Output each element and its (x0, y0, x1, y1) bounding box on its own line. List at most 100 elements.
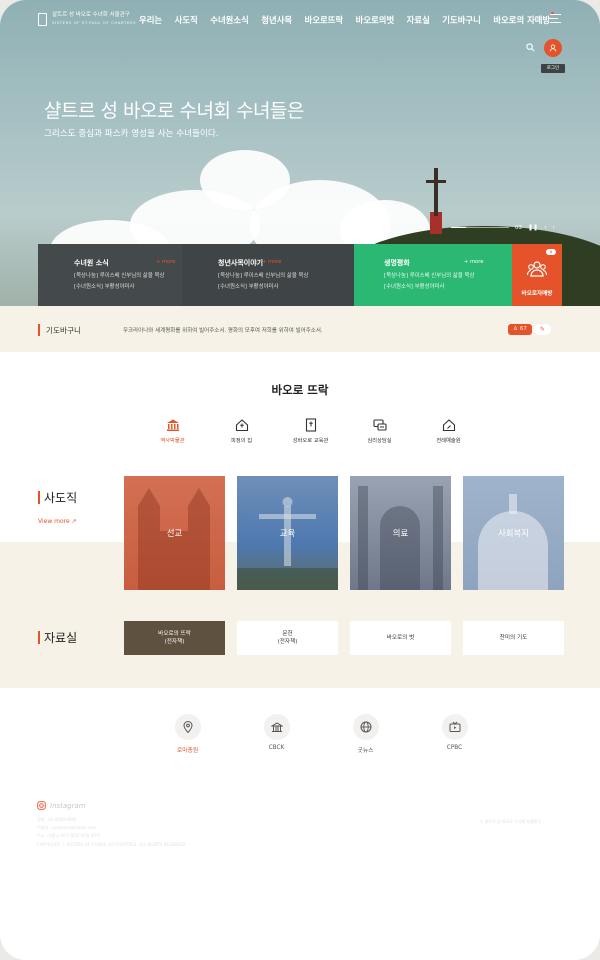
home-art-icon (442, 419, 455, 432)
nav-youth[interactable]: 청년사목 (261, 14, 292, 26)
pause-icon[interactable]: ❚❚ (528, 224, 538, 231)
link-label: 로마총원 (176, 748, 199, 754)
cross-beam (426, 180, 446, 183)
cross-icon (434, 168, 438, 216)
card-life-peace[interactable]: 생명평화 + more [묵상나눔] 루이스베 신부님의 삶을 묵상 [수녀원소… (354, 244, 512, 306)
link-label: CPBC (446, 745, 463, 751)
footer-email: 이메일 : spcbaninf@naver.com (37, 825, 97, 830)
prayer-count-badge[interactable]: ♙ 67 (508, 324, 532, 335)
apostolate-tiles: 선교 교육 의료 사회복지 (124, 476, 564, 590)
archive-item-paul-friends[interactable]: 바오로의 벗 (350, 621, 451, 655)
nav-apostolate[interactable]: 사도직 (175, 14, 198, 26)
prev-arrow-icon[interactable]: ‹ (544, 224, 546, 231)
card-line[interactable]: [수녀원소식] 부활성야미사 (74, 282, 182, 293)
card-line[interactable]: [수녀원소식] 부활성야미사 (384, 282, 512, 293)
login-button[interactable] (544, 39, 562, 57)
tab-education-center[interactable]: 성바오로 교육관 (276, 418, 345, 444)
card-title: 청년사목이야기 (218, 259, 264, 267)
card-title: 생명평화 (384, 259, 410, 267)
section-marker (38, 631, 40, 644)
paul-garden-title: 바오로 뜨락 (271, 383, 329, 397)
tab-label: 성바오로 교육관 (292, 438, 329, 444)
link-label: CBCK (268, 745, 285, 751)
archive-item-paul-garden-ebook[interactable]: 바오로의 뜨락 (전자책) (124, 621, 225, 655)
tile-label: 선교 (166, 528, 183, 538)
nav-paul-garden[interactable]: 바오로뜨락 (305, 14, 344, 26)
footer: Instagram 전화 : 02-0000-0000 이메일 : spcban… (0, 787, 600, 960)
slide-total: 03 (515, 224, 522, 231)
prayer-text[interactable]: 우크라이나와 세계평화를 위하여 빌어주소서. 평화의 모후여 저희를 위하여 … (123, 326, 323, 334)
logo[interactable]: 샬트르 성 바오로 수녀회 서울관구 SISTERS OF ST.PAUL OF… (38, 12, 136, 26)
paul-garden-tabs: 역사박물관 피정의 집 성바오로 교육관 심리상담실 전례예술원 (138, 418, 483, 444)
tab-liturgical-arts[interactable]: 전례예술원 (414, 418, 483, 444)
people-icon (527, 261, 547, 277)
footer-address: 주소 : 서울시 00구 00로 00길 00-0 (37, 833, 100, 838)
footer-logo-name: 샬트르 성 바오로 수녀회 서울관구 (484, 819, 542, 824)
tab-history-museum[interactable]: 역사박물관 (138, 418, 207, 444)
card-line[interactable]: [묵상나눔] 루이스베 신부님의 삶을 묵상 (384, 271, 512, 282)
instagram-link[interactable]: Instagram (37, 801, 86, 810)
view-more-link[interactable]: View more ↗ (38, 518, 77, 525)
main-nav: 우리는 사도직 수녀원소식 청년사목 바오로뜨락 바오로의벗 자료실 기도바구니… (139, 12, 563, 26)
hamburger-menu-icon[interactable] (550, 14, 561, 23)
tab-counseling-room[interactable]: 심리상담실 (345, 418, 414, 444)
card-convent-news[interactable]: 수녀원 소식 + more [묵상나눔] 루이스베 신부님의 삶을 묵상 [수녀… (38, 244, 182, 306)
link-label: 굿뉴스 (357, 748, 374, 754)
tab-label: 피정의 집 (230, 438, 253, 444)
location-pin-icon (174, 714, 201, 740)
nav-sisters-room-label: 바오로의 자매방 (493, 15, 551, 25)
link-cbck[interactable]: CBCK (232, 714, 321, 754)
archive-title: 자료실 (44, 631, 78, 645)
card-youth-story[interactable]: 청년사목이야기 + more [묵상나눔] 루이스베 신부님의 삶을 묵상 [수… (182, 244, 354, 306)
tile-mission[interactable]: 선교 (124, 476, 225, 590)
apostolate-title: 사도직 (44, 491, 78, 505)
next-arrow-icon[interactable]: › (552, 224, 554, 231)
archive-item-documents-ebook[interactable]: 문헌 (전자책) (237, 621, 338, 655)
link-cpbc[interactable]: CPBC (410, 714, 499, 754)
tile-medical[interactable]: 의료 (350, 476, 451, 590)
link-goodnews[interactable]: 굿뉴스 (321, 714, 410, 754)
news-cards: 수녀원 소식 + more [묵상나눔] 루이스베 신부님의 삶을 묵상 [수녀… (38, 244, 562, 306)
login-tooltip: 로그인 (541, 64, 565, 73)
tile-label: 의료 (392, 528, 409, 538)
search-icon[interactable] (526, 43, 535, 52)
slider-progress-track (451, 227, 509, 228)
card-line[interactable]: [묵상나눔] 루이스베 신부님의 삶을 묵상 (218, 271, 354, 282)
building-icon (263, 714, 290, 740)
nav-prayer-basket[interactable]: 기도바구니 (442, 14, 481, 26)
prayer-title: 기도바구니 (46, 326, 81, 335)
nav-sisters-room[interactable]: 바오로의 자매방 (493, 12, 555, 26)
page: 샬트르 성 바오로 수녀회 서울관구 SISTERS OF ST.PAUL OF… (0, 0, 600, 960)
tile-education[interactable]: 교육 (237, 476, 338, 590)
nav-paul-friends[interactable]: 바오로의벗 (356, 14, 395, 26)
card-more-link[interactable]: + more (464, 259, 483, 265)
related-links: 로마총원 CBCK 굿뉴스 CPBC (143, 714, 499, 754)
logo-subtitle: SISTERS OF ST.PAUL OF CHARTRES (52, 20, 137, 25)
link-rome-generalate[interactable]: 로마총원 (143, 714, 232, 754)
instagram-icon (37, 801, 46, 810)
tv-icon (441, 714, 468, 740)
card-more-link[interactable]: + more (156, 259, 175, 265)
pencil-icon[interactable]: ✎ (534, 324, 551, 335)
prayer-basket-strip: 기도바구니 우크라이나와 세계평화를 위하여 빌어주소서. 평화의 모후여 저희… (0, 306, 600, 352)
sisters-room-button[interactable]: N 바오로자매방 (512, 244, 562, 306)
archive-item-prayer-hymns[interactable]: 찬미의 기도 (463, 621, 564, 655)
nav-archive[interactable]: 자료실 (407, 14, 430, 26)
card-line[interactable]: [묵상나눔] 루이스베 신부님의 삶을 묵상 (74, 271, 182, 282)
prayer-count: 67 (519, 326, 527, 332)
hero-subtitle: 그리스도 중심과 파스카 영성을 사는 수녀들이다. (44, 129, 219, 139)
section-marker (38, 324, 40, 336)
tile-label: 교육 (279, 528, 296, 538)
slider-controls: 03 ❚❚ ‹ › (451, 224, 555, 231)
tab-label: 역사박물관 (160, 438, 185, 444)
card-line[interactable]: [수녀원소식] 부활성야미사 (218, 282, 354, 293)
tab-retreat-house[interactable]: 피정의 집 (207, 418, 276, 444)
footer-phone: 전화 : 02-0000-0000 (37, 817, 77, 822)
card-more-link[interactable]: + more (262, 259, 281, 265)
new-badge: N (546, 249, 556, 255)
tile-social-welfare[interactable]: 사회복지 (463, 476, 564, 590)
section-marker (38, 491, 40, 504)
book-icon (305, 418, 316, 432)
nav-convent-news[interactable]: 수녀원소식 (210, 14, 249, 26)
nav-about[interactable]: 우리는 (139, 14, 162, 26)
